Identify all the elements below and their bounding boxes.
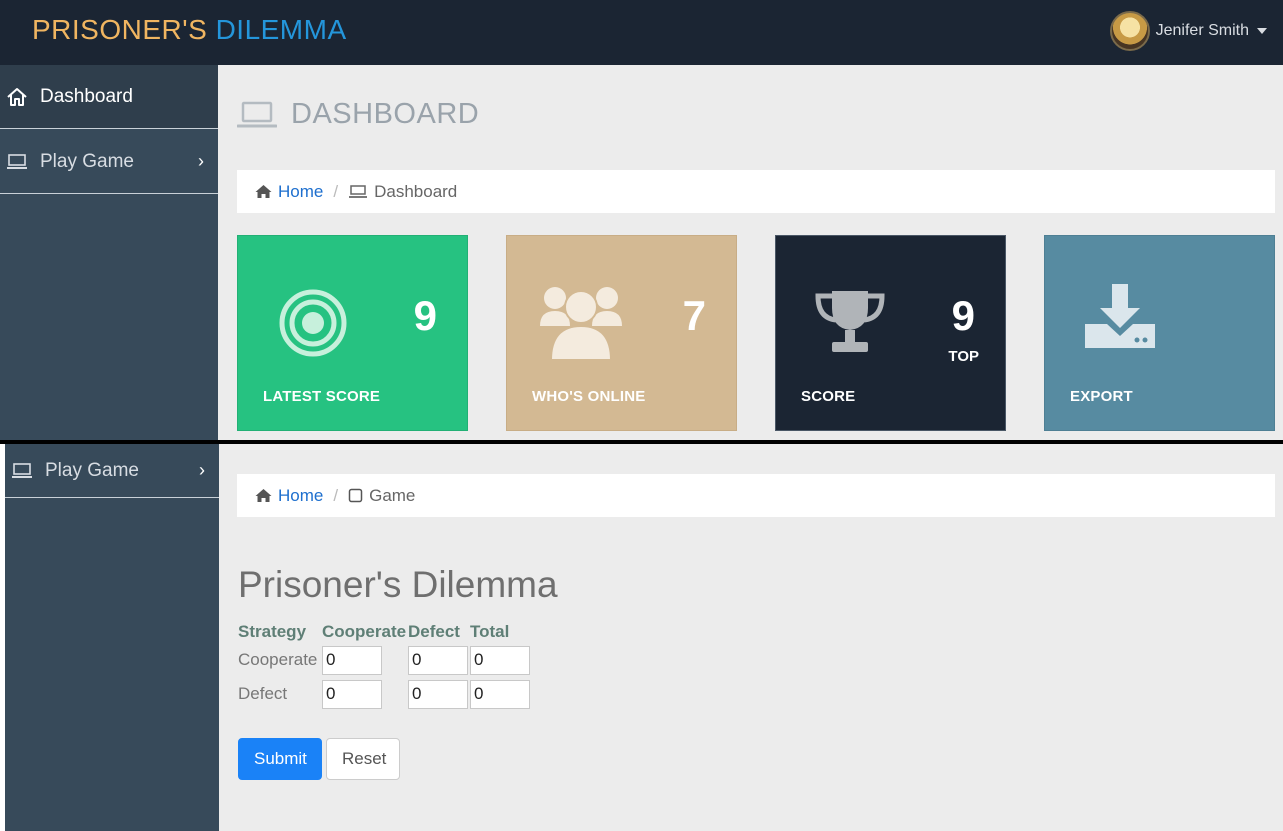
- avatar: [1109, 11, 1150, 51]
- tile-value: 9: [413, 292, 437, 339]
- laptop-icon: [348, 184, 368, 199]
- row-label: Defect: [238, 684, 288, 703]
- cooperate-cooperate-input[interactable]: [322, 645, 382, 675]
- tile-whos-online[interactable]: 7 WHO'S ONLINE: [506, 235, 737, 431]
- sidebar-bottom: Play Game ›: [5, 444, 219, 831]
- tile-export[interactable]: EXPORT: [1044, 235, 1275, 431]
- tile-label: LATEST SCORE: [263, 388, 381, 405]
- laptop-icon: [237, 100, 277, 130]
- breadcrumb-home-link[interactable]: Home: [278, 182, 323, 202]
- chevron-right-icon: ›: [198, 151, 204, 171]
- reset-button[interactable]: Reset: [326, 738, 400, 780]
- laptop-icon: [6, 153, 28, 171]
- sidebar-item-play-game[interactable]: Play Game ›: [5, 444, 219, 498]
- sidebar-item-play-game[interactable]: Play Game ›: [0, 130, 218, 194]
- top-navbar: PRISONER'S DILEMMA Jenifer Smith: [0, 0, 1283, 65]
- home-icon: [255, 184, 272, 199]
- sidebar-item-label: Play Game: [45, 459, 139, 481]
- brand-text-secondary: DILEMMA: [215, 14, 347, 45]
- download-icon: [1083, 282, 1157, 357]
- column-header: Cooperate: [322, 622, 407, 641]
- home-icon: [6, 86, 28, 108]
- page-title: DASHBOARD: [237, 98, 479, 131]
- sidebar-item-label: Dashboard: [40, 85, 133, 107]
- defect-total-input[interactable]: [470, 679, 530, 709]
- column-header: Strategy: [238, 622, 307, 641]
- row-label: Cooperate: [238, 650, 318, 669]
- defect-defect-input[interactable]: [408, 679, 468, 709]
- breadcrumb-current-label: Dashboard: [374, 181, 458, 201]
- chevron-right-icon: ›: [199, 460, 205, 480]
- table-header-row: Strategy Cooperate Defect Total: [238, 620, 531, 644]
- table-row: Cooperate: [238, 644, 531, 678]
- breadcrumb-current-label: Game: [369, 485, 416, 505]
- tile-value: 7: [682, 292, 706, 339]
- cooperate-total-input[interactable]: [470, 645, 530, 675]
- tile-latest-score[interactable]: 9 LATEST SCORE: [237, 235, 468, 431]
- home-icon: [255, 488, 272, 503]
- sidebar: Dashboard Play Game ›: [0, 65, 218, 440]
- column-header: Total: [470, 622, 510, 641]
- users-icon: [539, 282, 623, 367]
- user-menu[interactable]: Jenifer Smith: [1109, 11, 1267, 51]
- breadcrumb: Home / Game: [237, 474, 1275, 517]
- table-row: Defect: [238, 678, 531, 712]
- submit-button[interactable]: Submit: [238, 738, 322, 780]
- tile-label: SCORE: [801, 388, 856, 405]
- brand-text-primary: PRISONER'S: [32, 14, 208, 45]
- square-icon: [348, 488, 363, 503]
- breadcrumb-home-link[interactable]: Home: [278, 486, 323, 506]
- user-name: Jenifer Smith: [1155, 22, 1249, 39]
- sidebar-item-label: Play Game: [40, 150, 134, 172]
- page-title-text: DASHBOARD: [291, 98, 480, 130]
- sidebar-item-dashboard[interactable]: Dashboard: [0, 65, 218, 129]
- tile-value: 9: [951, 292, 975, 339]
- trophy-icon: [814, 288, 886, 359]
- tile-label: EXPORT: [1070, 388, 1133, 405]
- game-title: Prisoner's Dilemma: [238, 564, 558, 605]
- caret-down-icon: [1257, 28, 1267, 34]
- breadcrumb: Home / Dashboard: [237, 170, 1275, 213]
- target-icon: [278, 288, 348, 363]
- column-header: Defect: [408, 622, 460, 641]
- tile-score[interactable]: 9 TOP SCORE: [775, 235, 1006, 431]
- laptop-icon: [11, 462, 33, 480]
- cooperate-defect-input[interactable]: [408, 645, 468, 675]
- defect-cooperate-input[interactable]: [322, 679, 382, 709]
- tile-sublabel: TOP: [948, 348, 979, 365]
- breadcrumb-separator: /: [333, 181, 339, 201]
- tile-label: WHO'S ONLINE: [532, 388, 646, 405]
- breadcrumb-current: Dashboard: [348, 182, 457, 202]
- strategy-table: Strategy Cooperate Defect Total Cooperat…: [238, 620, 531, 712]
- breadcrumb-current: Game: [348, 486, 415, 506]
- breadcrumb-separator: /: [333, 485, 339, 505]
- brand-logo[interactable]: PRISONER'S DILEMMA: [32, 14, 347, 46]
